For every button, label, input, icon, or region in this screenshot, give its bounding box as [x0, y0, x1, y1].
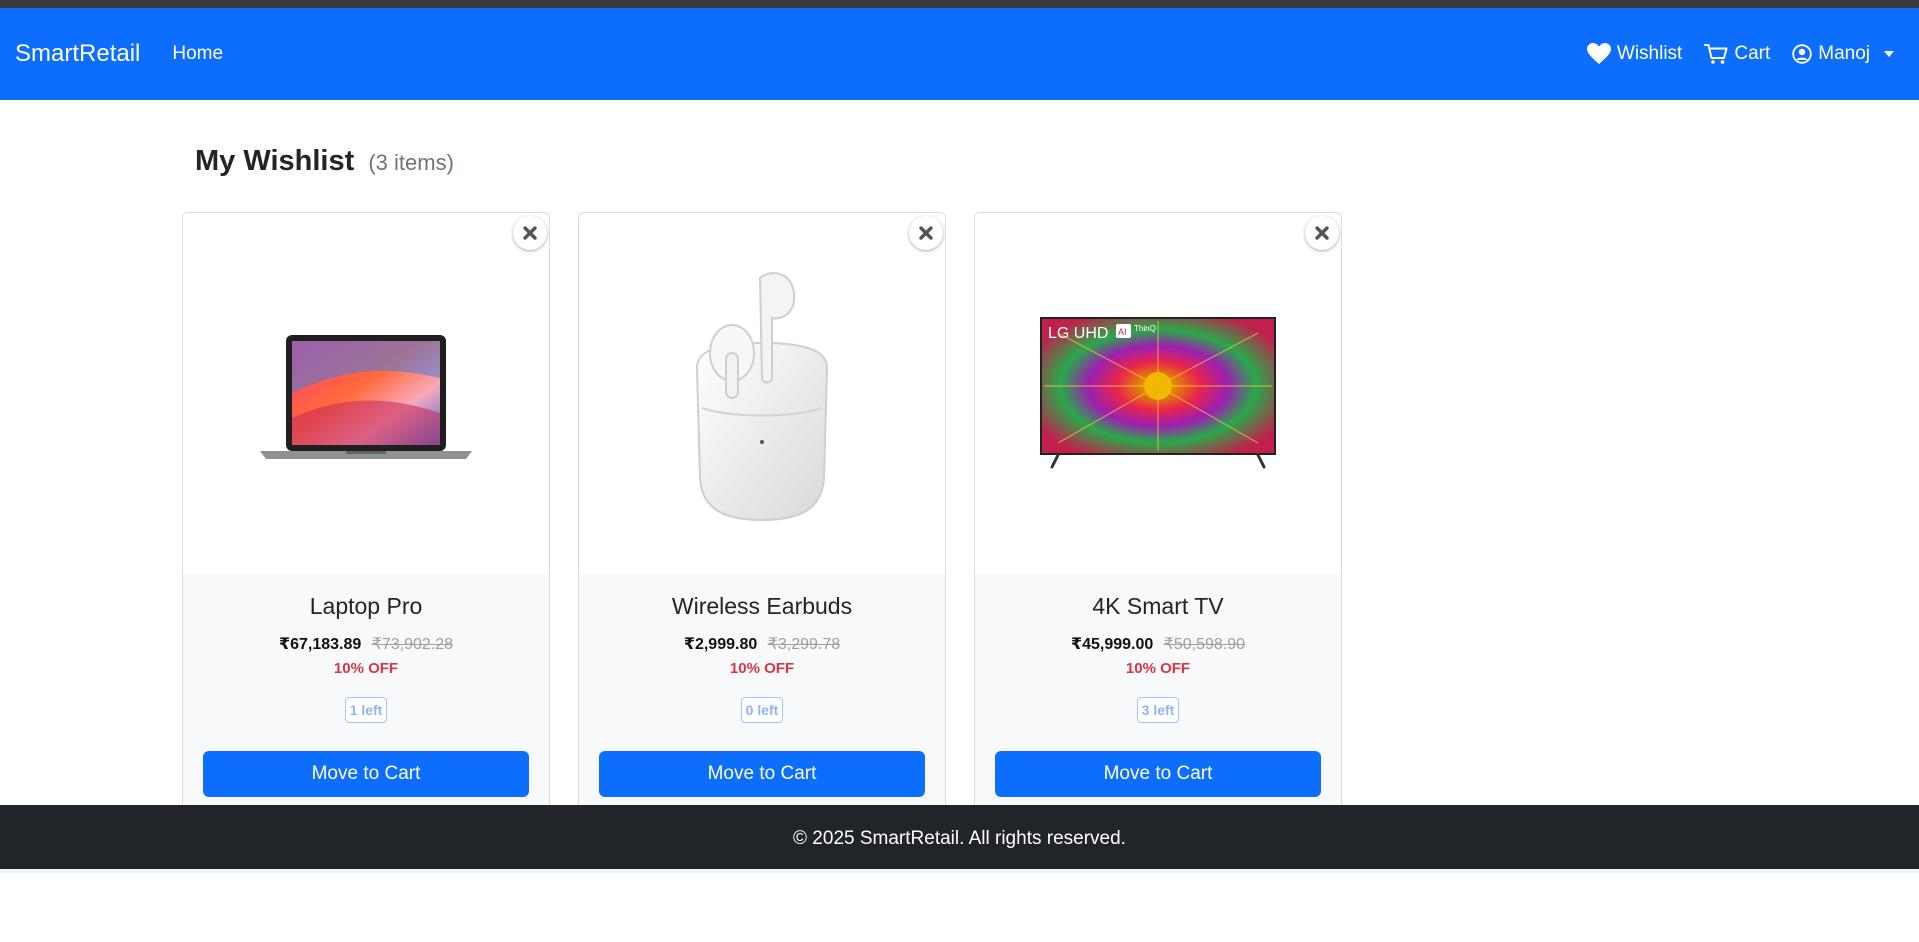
price-row: ₹45,999.00 ₹50,598.90	[975, 634, 1341, 654]
card-body: Wireless Earbuds ₹2,999.80 ₹3,299.78 10%…	[579, 573, 945, 815]
footer: © 2025 SmartRetail. All rights reserved.	[0, 805, 1919, 873]
close-icon	[919, 226, 933, 240]
browser-bottom-strip	[0, 869, 1919, 873]
close-icon	[1315, 226, 1329, 240]
navbar: SmartRetail Home Wishlist Cart Manoj	[0, 8, 1919, 100]
discount-label: 10% OFF	[729, 660, 795, 677]
card-body: 4K Smart TV ₹45,999.00 ₹50,598.90 10% OF…	[975, 573, 1341, 815]
nav-wishlist-link[interactable]: Wishlist	[1586, 43, 1683, 65]
laptop-image	[260, 335, 472, 459]
nav-cart-link[interactable]: Cart	[1704, 43, 1770, 65]
cart-icon	[1704, 44, 1728, 64]
card-body: Laptop Pro ₹67,183.89 ₹73,902.28 10% OFF…	[183, 573, 549, 815]
user-menu-dropdown[interactable]: Manoj	[1792, 43, 1894, 65]
product-image[interactable]: LG UHD AI ThinQ	[975, 213, 1341, 573]
price-row: ₹2,999.80 ₹3,299.78	[579, 634, 945, 654]
wishlist-card: Wireless Earbuds ₹2,999.80 ₹3,299.78 10%…	[578, 212, 946, 816]
user-circle-icon	[1792, 44, 1812, 64]
nav-right: Wishlist Cart Manoj	[1586, 43, 1894, 65]
user-name: Manoj	[1818, 43, 1870, 64]
heart-icon	[1586, 43, 1611, 64]
product-name[interactable]: 4K Smart TV	[975, 593, 1341, 620]
move-to-cart-button[interactable]: Move to Cart	[995, 751, 1321, 797]
product-image[interactable]	[579, 213, 945, 573]
product-name[interactable]: Wireless Earbuds	[579, 593, 945, 620]
wishlist-grid: Laptop Pro ₹67,183.89 ₹73,902.28 10% OFF…	[182, 212, 1342, 816]
remove-from-wishlist-button[interactable]	[1305, 216, 1339, 250]
footer-copyright: © 2025 SmartRetail. All rights reserved.	[793, 828, 1126, 849]
move-to-cart-button[interactable]: Move to Cart	[203, 751, 529, 797]
close-icon	[523, 226, 537, 240]
nav-wishlist-label: Wishlist	[1616, 43, 1683, 64]
page-title: My Wishlist (3 items)	[195, 145, 454, 178]
wishlist-count: (3 items)	[368, 150, 454, 175]
nav-left: SmartRetail Home	[15, 40, 223, 68]
brand-logo[interactable]: SmartRetail	[15, 40, 140, 68]
stock-badge: 0 left	[740, 697, 784, 723]
browser-top-strip	[0, 0, 1919, 8]
remove-from-wishlist-button[interactable]	[909, 216, 943, 250]
tv-ai-text: AI	[1118, 327, 1127, 337]
product-image[interactable]	[183, 213, 549, 573]
chevron-down-icon	[1884, 51, 1894, 57]
tv-brand-text: LG UHD	[1048, 325, 1108, 342]
nav-cart-label: Cart	[1734, 43, 1771, 64]
discount-label: 10% OFF	[1125, 660, 1191, 677]
original-price: ₹73,902.28	[371, 636, 454, 653]
product-price: ₹67,183.89	[278, 636, 362, 653]
original-price: ₹50,598.90	[1163, 636, 1246, 653]
tv-image: LG UHD AI ThinQ	[1040, 317, 1276, 469]
discount-label: 10% OFF	[333, 660, 399, 677]
product-price: ₹2,999.80	[683, 636, 758, 653]
nav-home-link[interactable]: Home	[172, 43, 223, 65]
product-name[interactable]: Laptop Pro	[183, 593, 549, 620]
wishlist-card: Laptop Pro ₹67,183.89 ₹73,902.28 10% OFF…	[182, 212, 550, 816]
page-title-text: My Wishlist	[195, 145, 355, 177]
wishlist-card: LG UHD AI ThinQ 4K Smart TV ₹45,999.00 ₹…	[974, 212, 1342, 816]
tv-sub-text: ThinQ	[1134, 324, 1156, 333]
move-to-cart-button[interactable]: Move to Cart	[599, 751, 925, 797]
price-row: ₹67,183.89 ₹73,902.28	[183, 634, 549, 654]
original-price: ₹3,299.78	[767, 636, 841, 653]
main-content: My Wishlist (3 items) Laptop Pro ₹67,183…	[0, 100, 1919, 873]
remove-from-wishlist-button[interactable]	[513, 216, 547, 250]
earbuds-image	[695, 272, 829, 522]
stock-badge: 1 left	[344, 697, 388, 723]
stock-badge: 3 left	[1136, 697, 1180, 723]
product-price: ₹45,999.00	[1070, 636, 1154, 653]
